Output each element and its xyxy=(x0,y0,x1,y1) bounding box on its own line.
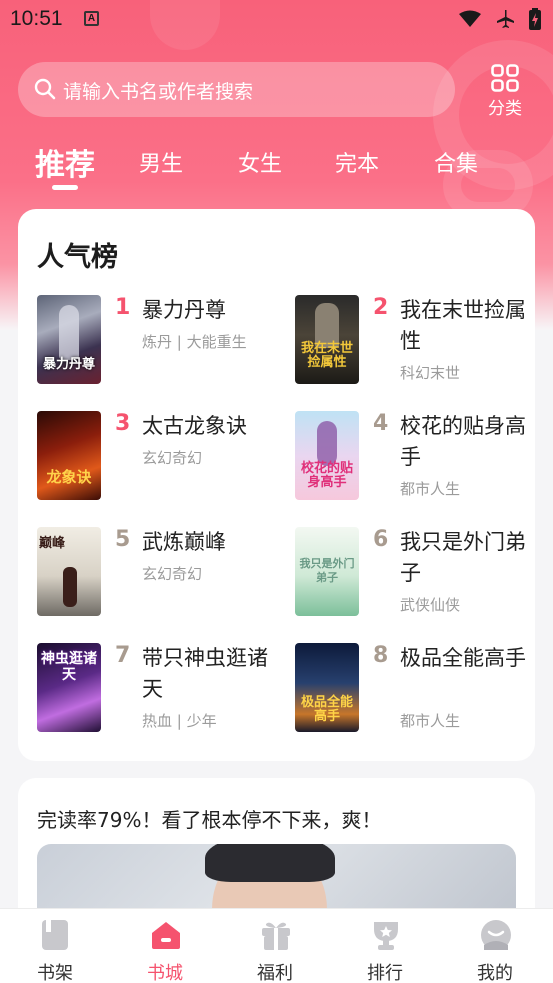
nav-bookshelf[interactable]: 书架 xyxy=(0,909,110,983)
book-tags: 炼丹 | 大能重生 xyxy=(142,333,247,351)
book-title: 我只是外门弟子 xyxy=(400,530,526,585)
status-bar: 10:51 A xyxy=(0,0,553,38)
nav-ranking[interactable]: 排行 xyxy=(330,909,440,983)
nav-profile[interactable]: 我的 xyxy=(440,909,550,983)
rank-number: 6 xyxy=(373,527,389,552)
section-title: 人气榜 xyxy=(37,242,118,273)
channel-tabs: 推荐 男生 女生 完本 合集 xyxy=(0,138,553,198)
cover-title: 龙象诀 xyxy=(46,468,92,486)
tab-male[interactable]: 男生 xyxy=(139,146,183,178)
cover-title: 我只是外门弟子 xyxy=(299,557,355,584)
tab-female[interactable]: 女生 xyxy=(238,146,282,178)
rank-number: 1 xyxy=(115,295,131,320)
cover-title: 神虫逛诸天 xyxy=(41,651,97,683)
book-cover: 龙象诀 xyxy=(37,411,101,500)
nav-welfare[interactable]: 福利 xyxy=(220,909,330,983)
promo-image-hair xyxy=(205,844,335,882)
book-tags: 玄幻奇幻 xyxy=(142,565,203,583)
book-tags: 都市人生 xyxy=(400,480,461,498)
book-title: 校花的贴身高手 xyxy=(400,414,526,469)
rank-number: 4 xyxy=(373,411,389,436)
search-bar[interactable]: 请输入书名或作者搜索 xyxy=(18,62,455,117)
nav-label: 书城 xyxy=(147,963,183,983)
ranking-item[interactable]: 龙象诀 3 太古龙象诀 玄幻奇幻 xyxy=(37,411,277,503)
book-cover: 暴力丹尊 xyxy=(37,295,101,384)
nav-label: 我的 xyxy=(477,963,513,983)
category-label: 分类 xyxy=(488,99,522,119)
rank-number: 7 xyxy=(115,643,131,668)
search-icon xyxy=(34,78,56,100)
book-tags: 玄幻奇幻 xyxy=(142,449,203,467)
status-time: 10:51 xyxy=(10,7,63,30)
book-tags: 都市人生 xyxy=(400,712,461,730)
book-cover: 巅峰 xyxy=(37,527,101,616)
ranking-item[interactable]: 巅峰 5 武炼巅峰 玄幻奇幻 xyxy=(37,527,277,619)
rank-number: 3 xyxy=(115,411,131,436)
bottom-navigation: 书架 书城 福利 排行 我的 xyxy=(0,908,553,983)
ranking-item[interactable]: 我只是外门弟子 6 我只是外门弟子 武侠仙侠 xyxy=(295,527,535,619)
book-cover: 神虫逛诸天 xyxy=(37,643,101,732)
book-cover: 我只是外门弟子 xyxy=(295,527,359,616)
book-title: 极品全能高手 xyxy=(400,646,526,670)
cover-title: 暴力丹尊 xyxy=(42,357,95,372)
ranking-item[interactable]: 神虫逛诸天 7 带只神虫逛诸天 热血 | 少年 xyxy=(37,643,277,735)
airplane-mode-icon xyxy=(497,10,514,28)
popularity-ranking-card: 人气榜 暴力丹尊 1 暴力丹尊 炼丹 | 大能重生 我在末世捡属性 2 我在末世… xyxy=(18,209,535,761)
book-tags: 科幻末世 xyxy=(400,364,461,382)
nav-label: 排行 xyxy=(367,963,403,983)
sim-indicator-icon: A xyxy=(84,11,99,26)
nav-label: 福利 xyxy=(257,963,293,983)
wifi-icon xyxy=(459,10,481,27)
rank-number: 2 xyxy=(373,295,389,320)
battery-icon xyxy=(529,8,541,30)
book-title: 带只神虫逛诸天 xyxy=(142,646,268,701)
ranking-item[interactable]: 极品全能高手 8 极品全能高手 都市人生 xyxy=(295,643,535,735)
rank-number: 5 xyxy=(115,527,131,552)
nav-bookstore[interactable]: 书城 xyxy=(110,909,220,983)
tab-completed[interactable]: 完本 xyxy=(335,146,379,178)
cover-title: 巅峰 xyxy=(39,536,66,551)
cover-title: 极品全能高手 xyxy=(300,695,353,724)
book-cover: 我在末世捡属性 xyxy=(295,295,359,384)
ranking-item[interactable]: 暴力丹尊 1 暴力丹尊 炼丹 | 大能重生 xyxy=(37,295,277,387)
ranking-item[interactable]: 我在末世捡属性 2 我在末世捡属性 科幻末世 xyxy=(295,295,535,387)
book-tags: 武侠仙侠 xyxy=(400,596,461,614)
active-tab-indicator xyxy=(52,185,78,190)
user-icon xyxy=(481,920,511,950)
trophy-icon xyxy=(374,922,398,950)
book-cover: 校花的贴身高手 xyxy=(295,411,359,500)
tab-recommend[interactable]: 推荐 xyxy=(35,140,95,184)
home-icon xyxy=(152,922,180,949)
book-title: 太古龙象诀 xyxy=(142,414,247,438)
gift-icon xyxy=(262,922,290,950)
book-cover: 极品全能高手 xyxy=(295,643,359,732)
tab-collection[interactable]: 合集 xyxy=(434,146,478,178)
cover-title: 校花的贴身高手 xyxy=(300,461,353,490)
book-title: 暴力丹尊 xyxy=(142,298,226,322)
promo-headline: 完读率79%！看了根本停不下来，爽！ xyxy=(37,808,382,832)
book-title: 武炼巅峰 xyxy=(142,530,226,554)
book-icon xyxy=(42,920,68,950)
rank-number: 8 xyxy=(373,643,389,668)
cover-title: 我在末世捡属性 xyxy=(300,341,353,370)
grid-icon xyxy=(491,64,519,92)
ranking-item[interactable]: 校花的贴身高手 4 校花的贴身高手 都市人生 xyxy=(295,411,535,503)
book-title: 我在末世捡属性 xyxy=(400,298,526,353)
book-tags: 热血 | 少年 xyxy=(142,712,217,730)
nav-label: 书架 xyxy=(37,963,73,983)
search-placeholder: 请输入书名或作者搜索 xyxy=(63,81,254,103)
category-button[interactable]: 分类 xyxy=(482,62,528,119)
